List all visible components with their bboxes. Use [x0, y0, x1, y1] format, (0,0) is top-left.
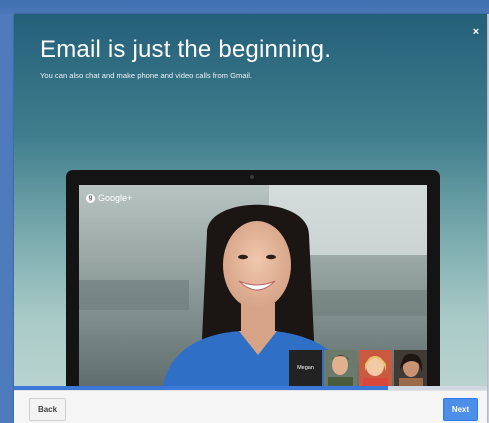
close-icon[interactable]: ×	[470, 26, 482, 38]
hero-panel: Email is just the beginning. You can als…	[14, 14, 487, 386]
back-button[interactable]: Back	[29, 398, 66, 421]
participant-thumbnail-self[interactable]: Megan	[289, 350, 322, 386]
google-plus-label: Google+	[98, 193, 133, 203]
laptop-illustration: g Google+ Megan	[66, 170, 440, 386]
woman-eye-right	[266, 254, 276, 260]
participant-name: Megan	[289, 350, 322, 386]
participant-photo	[394, 350, 427, 386]
next-button[interactable]: Next	[443, 398, 478, 421]
office-desk-right	[309, 290, 427, 316]
participant-photo	[359, 350, 392, 386]
participant-thumbnails: Megan	[289, 350, 427, 386]
google-plus-brand: g Google+	[86, 193, 132, 203]
welcome-dialog: Email is just the beginning. You can als…	[14, 14, 487, 423]
background-window-edge	[0, 14, 14, 423]
webcam-dot	[250, 175, 254, 179]
woman-face	[223, 221, 291, 309]
participant-thumbnail-woman-dark[interactable]	[394, 350, 427, 386]
woman-eye-left	[238, 254, 248, 260]
dialog-headline: Email is just the beginning.	[40, 36, 332, 63]
video-call-screen: g Google+ Megan	[79, 185, 427, 386]
participant-thumbnail-man[interactable]	[324, 350, 357, 386]
participant-photo	[324, 350, 357, 386]
google-plus-icon: g	[86, 193, 95, 203]
dialog-footer: Back Next	[14, 390, 487, 423]
background-window-strip	[0, 0, 489, 14]
participant-thumbnail-woman-blonde[interactable]	[359, 350, 392, 386]
office-desk-left	[79, 280, 189, 310]
dialog-subline: You can also chat and make phone and vid…	[40, 71, 253, 80]
